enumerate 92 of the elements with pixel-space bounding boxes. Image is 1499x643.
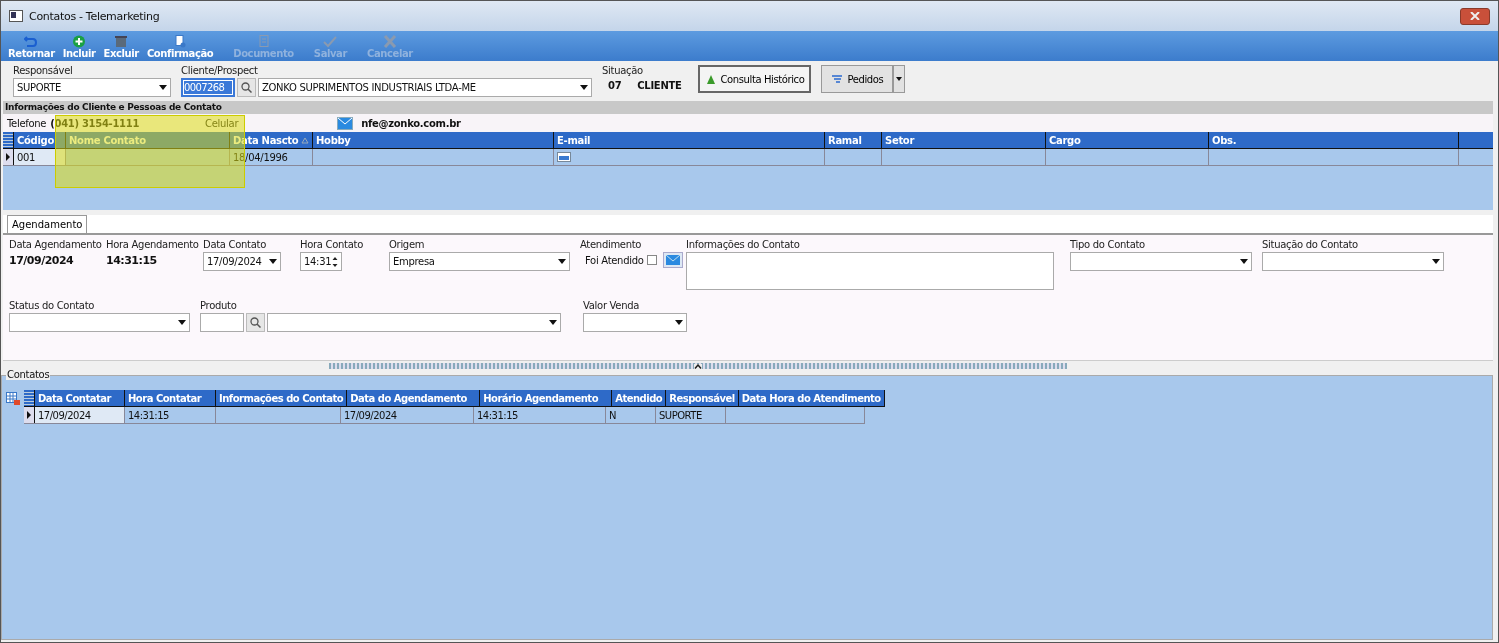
- undo-icon: [24, 35, 39, 48]
- document-icon: [256, 35, 271, 48]
- search-button[interactable]: [246, 313, 265, 332]
- search-icon: [241, 82, 252, 93]
- contact-type-dropdown[interactable]: [1070, 252, 1252, 271]
- column-header[interactable]: Informações do Contato: [216, 390, 348, 406]
- orders-button[interactable]: Pedidos: [821, 65, 894, 93]
- client-code-field[interactable]: 0007268: [181, 78, 235, 97]
- spinner-icon: [332, 255, 338, 268]
- group-title: Contatos: [6, 369, 51, 380]
- schedule-date: 17/09/2024: [9, 254, 75, 267]
- x-icon: [382, 35, 397, 48]
- toolbar-button[interactable]: Incluir: [59, 35, 99, 59]
- field-label: Hora Contato: [300, 239, 364, 250]
- column-header[interactable]: Cargo: [1046, 132, 1209, 148]
- status-value: CLIENTE: [637, 80, 682, 91]
- trash-icon: [114, 35, 129, 48]
- email-button[interactable]: [662, 252, 683, 268]
- orders-menu-button[interactable]: [893, 65, 906, 93]
- toolbar-button[interactable]: Confirmação: [143, 35, 217, 59]
- field-label: Responsável: [13, 65, 74, 76]
- tab[interactable]: Agendamento: [7, 215, 88, 233]
- field-label: Situação: [602, 65, 644, 76]
- column-header[interactable]: Ramal: [825, 132, 882, 148]
- column-header[interactable]: Atendido: [612, 390, 667, 406]
- column-header[interactable]: Código: [14, 132, 66, 148]
- table-cell: 14:31:15: [125, 407, 216, 423]
- table-cell: 17/09/2024: [341, 407, 474, 423]
- table-cell: SUPORTE: [656, 407, 726, 423]
- product-code-field[interactable]: [200, 313, 244, 332]
- checkbox-label: Foi Atendido: [585, 254, 644, 266]
- column-header[interactable]: Hora Contatar: [125, 390, 216, 406]
- field-label: Atendimento: [580, 239, 643, 250]
- search-icon: [250, 317, 261, 328]
- search-button[interactable]: [237, 78, 256, 97]
- origin-dropdown[interactable]: Empresa: [389, 252, 570, 271]
- email-address: nfe@zonko.com.br: [361, 117, 461, 129]
- column-header[interactable]: Responsável: [666, 390, 739, 406]
- plus-icon: [72, 35, 87, 48]
- status-code: 07: [608, 80, 622, 91]
- toolbar-button[interactable]: Excluir: [100, 35, 142, 59]
- close-button[interactable]: [1460, 7, 1490, 25]
- status-dropdown[interactable]: [9, 313, 190, 332]
- splitter-handle[interactable]: [329, 363, 1067, 369]
- envelope-icon: [665, 255, 680, 265]
- field-label: Cliente/Prospect: [181, 65, 259, 76]
- check-icon: [323, 35, 338, 48]
- field-label: Situação do Contato: [1262, 239, 1359, 250]
- contact-status-dropdown[interactable]: [1262, 252, 1444, 271]
- column-header[interactable]: Data Hora do Atendimento: [738, 390, 885, 406]
- field-label: Informações do Contato: [686, 239, 801, 250]
- history-button[interactable]: Consulta Histórico: [697, 65, 812, 93]
- sale-value-dropdown[interactable]: [583, 313, 687, 332]
- caret-up-icon: [694, 363, 702, 369]
- envelope-icon: [557, 152, 571, 162]
- phone-label: Telefone: [7, 117, 47, 129]
- schedule-time: 14:31:15: [106, 254, 158, 267]
- table-cell: 001: [14, 149, 66, 165]
- field-label: Data Contato: [203, 239, 267, 250]
- attended-checkbox[interactable]: [646, 255, 657, 265]
- filter-list-icon: [831, 73, 844, 85]
- mobile-label: Celular: [205, 117, 239, 129]
- field-label: Valor Venda: [583, 300, 641, 311]
- column-header[interactable]: Obs.: [1209, 132, 1459, 148]
- column-header[interactable]: Horário Agendamento: [480, 390, 613, 406]
- sort-icon: [301, 136, 309, 144]
- client-name-dropdown[interactable]: ZONKO SUPRIMENTOS INDUSTRIAIS LTDA-ME: [258, 78, 592, 97]
- close-icon: [1470, 12, 1480, 20]
- column-header[interactable]: Setor: [882, 132, 1046, 148]
- field-label: Origem: [389, 239, 426, 250]
- contact-info-field[interactable]: [686, 252, 1054, 290]
- column-header[interactable]: E-mail: [554, 132, 825, 148]
- window-icon: [9, 10, 23, 22]
- window-title: Contatos - Telemarketing: [29, 9, 160, 23]
- date-picker[interactable]: 17/09/2024: [203, 252, 281, 271]
- field-label: Tipo do Contato: [1070, 239, 1146, 250]
- column-header[interactable]: Data Contatar: [35, 390, 125, 406]
- table-cell: 14:31:15: [474, 407, 606, 423]
- field-label: Data Agendamento: [9, 239, 103, 250]
- responsavel-dropdown[interactable]: SUPORTE: [13, 78, 171, 97]
- field-label: Status do Contato: [9, 300, 96, 311]
- column-header[interactable]: Data do Agendamento: [347, 390, 481, 406]
- document-gear-icon: [173, 35, 188, 48]
- field-label: Hora Agendamento: [106, 239, 200, 250]
- grid-settings-icon: [6, 392, 20, 405]
- column-header[interactable]: Hobby: [313, 132, 554, 148]
- table-cell: 17/09/2024: [35, 407, 125, 423]
- toolbar-button[interactable]: Retornar: [5, 35, 58, 59]
- field-label: Produto: [200, 300, 238, 311]
- time-spinner[interactable]: 14:31: [300, 252, 342, 271]
- section-header: Informações do Cliente e Pessoas de Contato: [3, 101, 1493, 114]
- table-cell: N: [606, 407, 656, 423]
